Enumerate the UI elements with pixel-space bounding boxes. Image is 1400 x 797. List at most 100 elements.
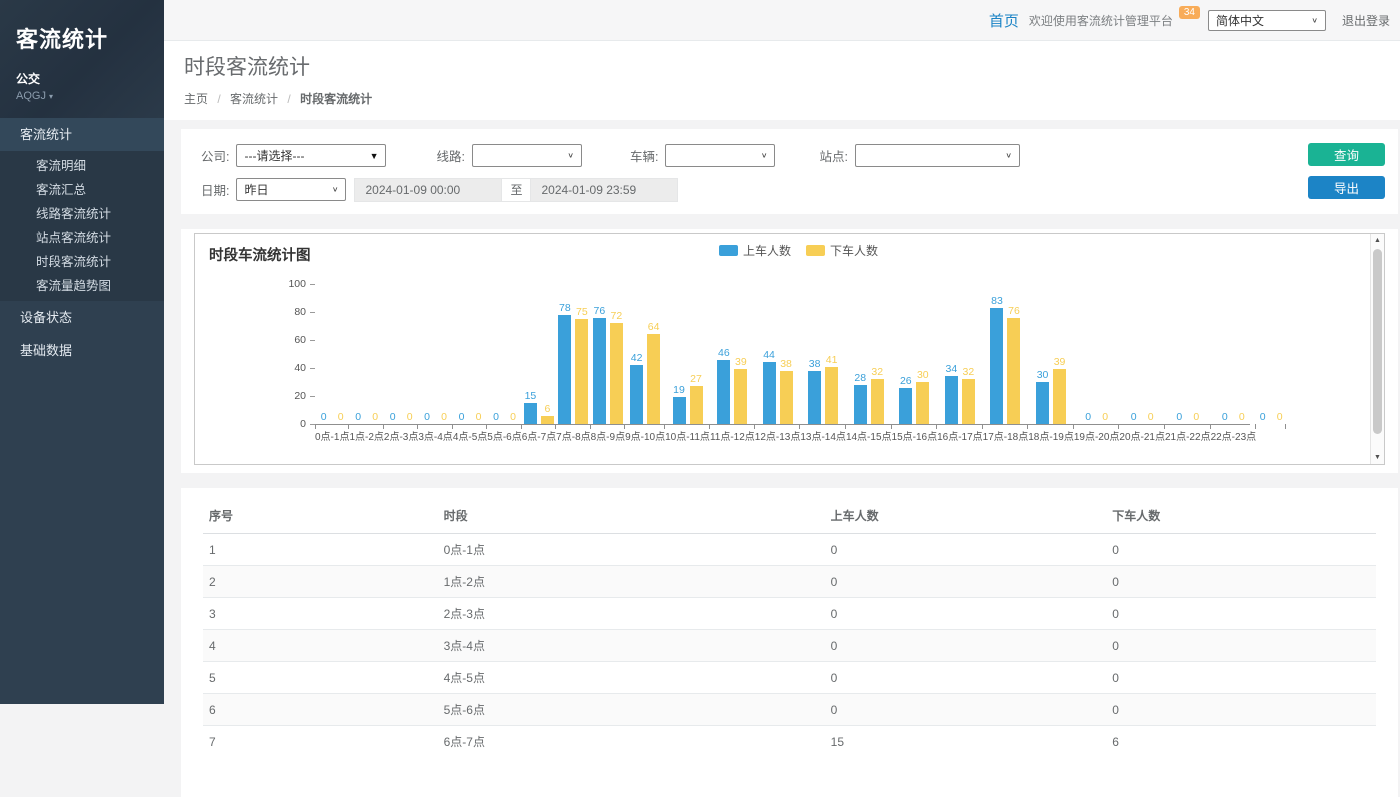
table-row[interactable]: 65点-6点00 bbox=[203, 694, 1376, 726]
sidebar-subitem[interactable]: 站点客流统计 bbox=[0, 226, 164, 250]
bar[interactable] bbox=[1036, 382, 1049, 424]
x-tick-label: 14点-15点 bbox=[846, 428, 892, 440]
bar-column: 0 bbox=[1173, 411, 1186, 424]
bar[interactable] bbox=[717, 360, 730, 424]
bar-value-label: 30 bbox=[1037, 369, 1049, 381]
sidebar-item-base-data[interactable]: 基础数据 bbox=[0, 334, 164, 367]
scrollbar-thumb[interactable] bbox=[1373, 249, 1382, 434]
bar-column: 39 bbox=[734, 356, 747, 424]
sidebar-subitem[interactable]: 线路客流统计 bbox=[0, 202, 164, 226]
bar[interactable] bbox=[673, 397, 686, 424]
bar-column: 0 bbox=[334, 411, 347, 424]
date-from-input[interactable]: 2024-01-09 00:00 bbox=[354, 178, 502, 202]
bar[interactable] bbox=[825, 367, 838, 424]
bar-column: 15 bbox=[524, 390, 537, 424]
account-dropdown[interactable]: AQGJ ▾ bbox=[16, 90, 148, 102]
bar-pair: 1927 bbox=[673, 284, 703, 424]
bar-pair: 4264 bbox=[630, 284, 660, 424]
bar-group: 1566点-7点 bbox=[522, 284, 556, 442]
home-link[interactable]: 首页 bbox=[989, 10, 1019, 31]
query-button[interactable]: 查询 bbox=[1308, 143, 1385, 166]
bar[interactable] bbox=[541, 416, 554, 424]
line-select[interactable]: ∨ bbox=[472, 144, 582, 167]
breadcrumb-section[interactable]: 客流统计 bbox=[230, 92, 278, 106]
bar[interactable] bbox=[916, 382, 929, 424]
x-tick-label: 9点-10点 bbox=[625, 428, 665, 440]
bar[interactable] bbox=[854, 385, 867, 424]
bar[interactable] bbox=[1007, 318, 1020, 424]
table-cell: 0 bbox=[1106, 566, 1376, 598]
table-row[interactable]: 10点-1点00 bbox=[203, 534, 1376, 566]
table-row[interactable]: 43点-4点00 bbox=[203, 630, 1376, 662]
sidebar-subitem[interactable]: 客流量趋势图 bbox=[0, 274, 164, 298]
bar[interactable] bbox=[1053, 369, 1066, 424]
table-cell: 15 bbox=[825, 726, 1107, 758]
legend-item[interactable]: 下车人数 bbox=[806, 242, 878, 259]
bar-column: 42 bbox=[630, 352, 643, 424]
sidebar-subitem[interactable]: 时段客流统计 bbox=[0, 250, 164, 274]
bar-group: 463911点-12点 bbox=[710, 284, 755, 442]
bar[interactable] bbox=[558, 315, 571, 424]
date-preset-select[interactable]: 昨日 ∨ bbox=[236, 178, 346, 201]
bar[interactable] bbox=[763, 362, 776, 424]
bar-group: 001点-2点 bbox=[349, 284, 383, 442]
notification-badge[interactable]: 34 bbox=[1179, 6, 1200, 19]
sidebar-item-device-status[interactable]: 设备状态 bbox=[0, 301, 164, 334]
bar-value-label: 0 bbox=[1085, 411, 1091, 423]
y-tick-label: 80 bbox=[294, 306, 306, 318]
vehicle-select[interactable]: ∨ bbox=[665, 144, 775, 167]
sidebar-item-passenger-stats[interactable]: 客流统计 bbox=[0, 118, 164, 151]
bar-column: 0 bbox=[489, 411, 502, 424]
table-cell: 0 bbox=[1106, 534, 1376, 566]
bar[interactable] bbox=[990, 308, 1003, 424]
bar[interactable] bbox=[575, 319, 588, 424]
bar-value-label: 0 bbox=[1148, 411, 1154, 423]
scroll-down-icon[interactable]: ▼ bbox=[1371, 454, 1384, 461]
bar[interactable] bbox=[690, 386, 703, 424]
bar[interactable] bbox=[647, 334, 660, 424]
bar-value-label: 34 bbox=[946, 363, 958, 375]
bar[interactable] bbox=[630, 365, 643, 424]
bar[interactable] bbox=[610, 323, 623, 424]
table-row[interactable]: 54点-5点00 bbox=[203, 662, 1376, 694]
bar[interactable] bbox=[871, 379, 884, 424]
company-select[interactable]: ---请选择--- ▼ bbox=[236, 144, 386, 167]
logout-link[interactable]: 退出登录 bbox=[1342, 12, 1390, 29]
x-tick-label: 8点-9点 bbox=[591, 428, 625, 440]
sidebar-subitem[interactable]: 客流明细 bbox=[0, 154, 164, 178]
bar[interactable] bbox=[780, 371, 793, 424]
bar-group: 004点-5点 bbox=[453, 284, 487, 442]
bar[interactable] bbox=[945, 376, 958, 424]
station-select[interactable]: ∨ bbox=[855, 144, 1020, 167]
breadcrumb-home[interactable]: 主页 bbox=[184, 92, 208, 106]
language-select[interactable]: 简体中文 ∨ bbox=[1208, 10, 1326, 31]
x-tick-label: 2点-3点 bbox=[384, 428, 418, 440]
table-cell: 0 bbox=[825, 662, 1107, 694]
bar-group: 343216点-17点 bbox=[937, 284, 983, 442]
bar-column: 27 bbox=[690, 373, 703, 424]
stats-table: 序号 时段 上车人数 下车人数 10点-1点0021点-2点0032点-3点00… bbox=[203, 498, 1376, 757]
date-to-input[interactable]: 2024-01-09 23:59 bbox=[530, 178, 678, 202]
bar[interactable] bbox=[524, 403, 537, 424]
chevron-down-icon: ∨ bbox=[761, 151, 768, 160]
bar-pair: 4438 bbox=[763, 284, 793, 424]
sidebar-subitem[interactable]: 客流汇总 bbox=[0, 178, 164, 202]
table-row[interactable]: 32点-3点00 bbox=[203, 598, 1376, 630]
bar[interactable] bbox=[962, 379, 975, 424]
bar-group: 0020点-21点 bbox=[1119, 284, 1165, 442]
bar[interactable] bbox=[899, 388, 912, 424]
app-logo-title: 客流统计 bbox=[16, 14, 148, 54]
bar-column: 64 bbox=[647, 321, 660, 424]
table-row[interactable]: 21点-2点00 bbox=[203, 566, 1376, 598]
chart-scrollbar[interactable]: ▲ ▼ bbox=[1370, 234, 1384, 464]
scroll-up-icon[interactable]: ▲ bbox=[1371, 237, 1384, 244]
bar[interactable] bbox=[808, 371, 821, 424]
table-row[interactable]: 76点-7点156 bbox=[203, 726, 1376, 758]
bar-pair: 156 bbox=[524, 284, 554, 424]
bar[interactable] bbox=[734, 369, 747, 424]
legend-item[interactable]: 上车人数 bbox=[719, 242, 791, 259]
bar-value-label: 0 bbox=[1193, 411, 1199, 423]
bar-value-label: 76 bbox=[1008, 305, 1020, 317]
export-button[interactable]: 导出 bbox=[1308, 176, 1385, 199]
bar[interactable] bbox=[593, 318, 606, 424]
